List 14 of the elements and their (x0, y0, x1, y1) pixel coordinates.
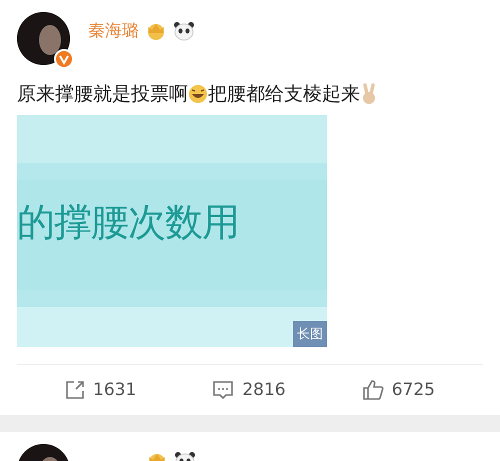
comment-count[interactable]: 2816 (242, 380, 286, 400)
image-caption: 的撑腰次数用 (17, 199, 240, 246)
long-image-tag: 长图 (293, 321, 327, 347)
victory-hand-icon (360, 83, 378, 105)
avatar[interactable] (17, 12, 70, 65)
panda-icon (173, 20, 195, 40)
laughing-emoji-icon (188, 84, 208, 104)
share-icon[interactable] (65, 380, 86, 400)
repost-count[interactable]: 1631 (93, 380, 136, 400)
comment-icon[interactable] (212, 380, 234, 400)
like-count[interactable]: 6725 (392, 380, 435, 400)
thumbs-up-icon[interactable] (362, 379, 384, 401)
post-text: 原来撑腰就是投票啊 (17, 82, 188, 107)
post-text: 把腰都给支棱起来 (208, 82, 360, 107)
